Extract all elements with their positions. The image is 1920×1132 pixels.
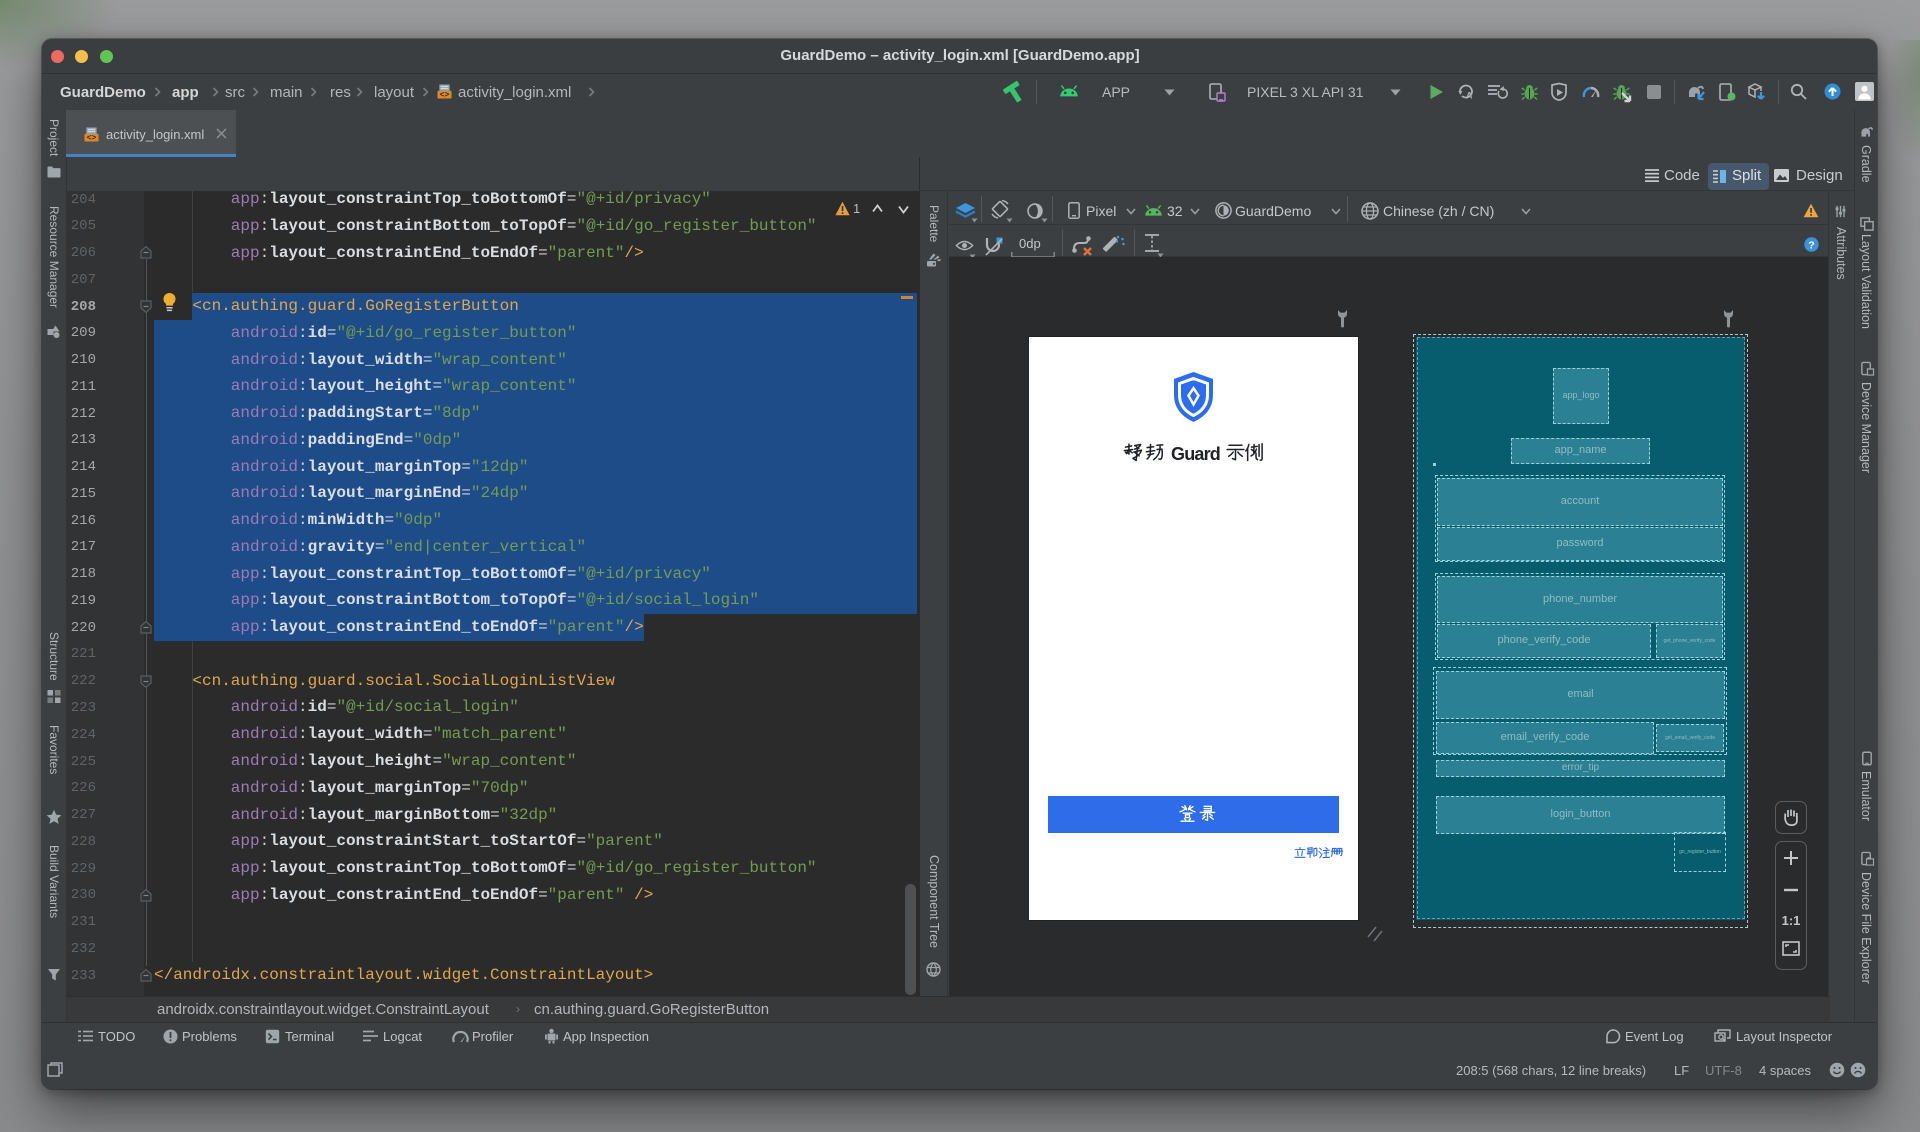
svg-text:<>: <>: [440, 91, 450, 100]
svg-text:<>: <>: [87, 134, 97, 143]
svg-text:A: A: [1466, 91, 1473, 101]
svg-text:?: ?: [1808, 239, 1814, 251]
